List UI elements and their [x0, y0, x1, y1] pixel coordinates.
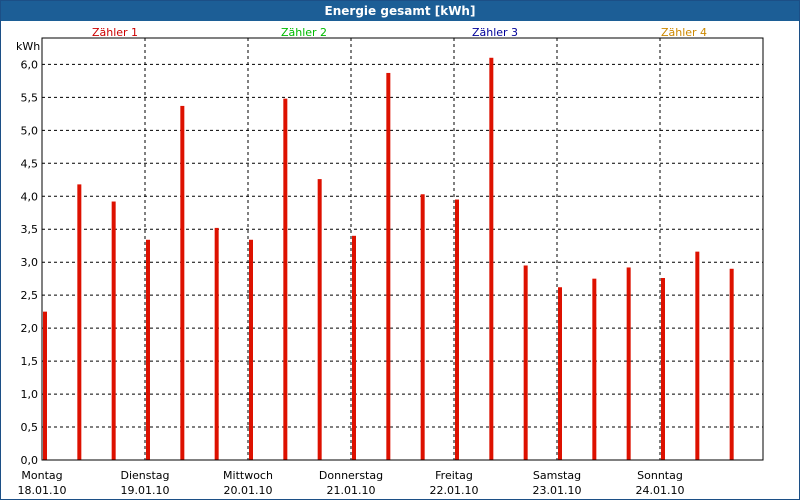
y-tick-label: 5,5 — [21, 91, 39, 104]
legend-item: Zähler 1 — [92, 26, 138, 39]
bar — [420, 194, 425, 460]
bar — [489, 57, 494, 460]
y-axis: kWh 0,0 0,5 1,0 1,5 2,0 2,5 3,0 3,5 4,0 4,5 5,0 5,5… — [16, 40, 40, 467]
bar-chart: Zähler 1 Zähler 2 Zähler 3 Zähler 4 kWh 0,0… — [16, 26, 764, 497]
x-tick-day: Montag — [21, 469, 62, 482]
x-tick-date: 23.01.10 — [533, 484, 582, 497]
y-tick-label: 2,0 — [21, 322, 39, 335]
grid — [42, 38, 763, 460]
x-tick-day: Samstag — [533, 469, 581, 482]
x-tick-date: 20.01.10 — [224, 484, 273, 497]
bar — [592, 278, 597, 460]
bar — [317, 179, 322, 460]
bar — [43, 311, 47, 460]
x-tick-date: 24.01.10 — [636, 484, 685, 497]
x-tick-date: 21.01.10 — [327, 484, 376, 497]
bar — [626, 267, 631, 460]
bar — [558, 287, 562, 460]
y-tick-label: 0,5 — [21, 421, 39, 434]
bar — [214, 227, 219, 460]
y-tick-label: 4,5 — [21, 157, 39, 170]
bar — [455, 199, 459, 460]
legend: Zähler 1 Zähler 2 Zähler 3 Zähler 4 — [92, 26, 707, 39]
bar — [661, 278, 665, 460]
bar — [729, 268, 734, 460]
legend-item: Zähler 3 — [472, 26, 518, 39]
y-tick-label: 0,0 — [21, 454, 39, 467]
bar — [249, 239, 253, 460]
y-tick-label: 3,5 — [21, 223, 39, 236]
x-tick-day: Freitag — [435, 469, 473, 482]
x-axis: Montag 18.01.10 Dienstag 19.01.10 Mittwoch 20… — [18, 469, 685, 497]
bar — [386, 72, 391, 461]
y-tick-label: 1,5 — [21, 355, 39, 368]
y-tick-label: 3,0 — [21, 256, 39, 269]
bars — [43, 57, 734, 461]
bar — [146, 239, 150, 460]
plot-frame — [41, 37, 764, 461]
x-tick-day: Donnerstag — [319, 469, 383, 482]
bar — [111, 201, 116, 460]
bar — [283, 98, 288, 460]
bar — [180, 105, 185, 461]
y-tick-label: 2,5 — [21, 289, 39, 302]
legend-item: Zähler 4 — [661, 26, 707, 39]
bar — [352, 235, 356, 460]
y-axis-label: kWh — [16, 40, 40, 53]
x-tick-date: 18.01.10 — [18, 484, 67, 497]
x-tick-day: Dienstag — [120, 469, 169, 482]
bar — [77, 184, 82, 460]
x-tick-day: Mittwoch — [223, 469, 273, 482]
x-tick-day: Sonntag — [637, 469, 683, 482]
x-tick-date: 19.01.10 — [121, 484, 170, 497]
y-tick-label: 1,0 — [21, 388, 39, 401]
y-tick-label: 4,0 — [21, 190, 39, 203]
legend-item: Zähler 2 — [281, 26, 327, 39]
y-tick-label: 5,0 — [21, 124, 39, 137]
bar — [695, 251, 700, 460]
bar — [523, 265, 528, 460]
x-tick-date: 22.01.10 — [430, 484, 479, 497]
y-tick-label: 6,0 — [21, 58, 39, 71]
